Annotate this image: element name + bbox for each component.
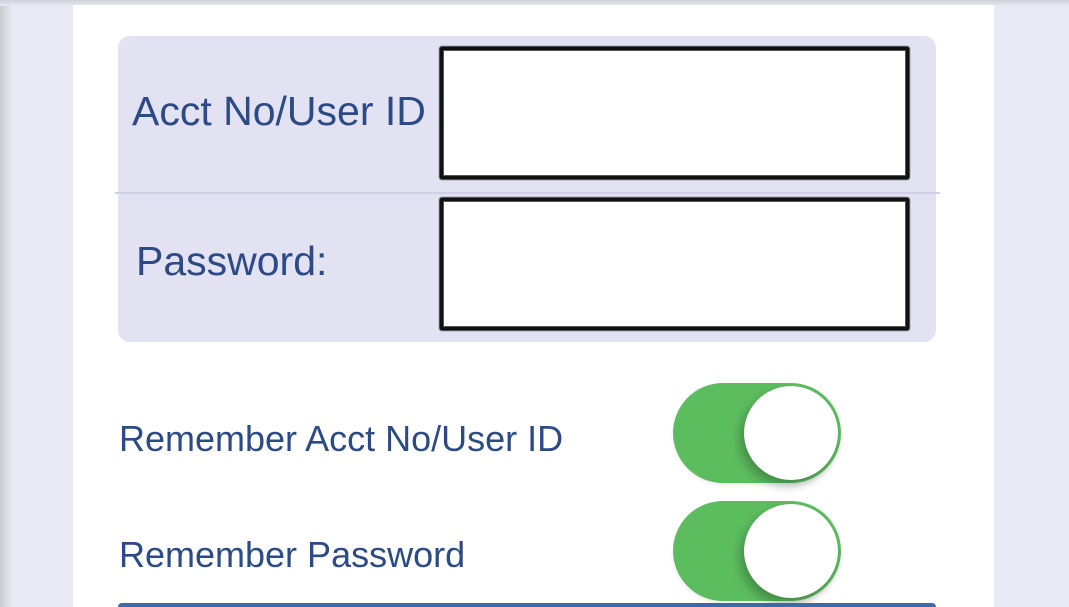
password-input[interactable] bbox=[440, 198, 909, 330]
toggle-knob bbox=[744, 504, 838, 598]
account-input[interactable] bbox=[440, 47, 909, 179]
remember-password-label: Remember Password bbox=[119, 534, 466, 575]
screen-edge-shadow bbox=[0, 0, 12, 607]
remember-account-label: Remember Acct No/User ID bbox=[119, 418, 564, 459]
password-label: Password: bbox=[136, 238, 328, 284]
remember-password-toggle[interactable] bbox=[673, 501, 841, 601]
account-label: Acct No/User ID bbox=[132, 88, 426, 134]
remember-account-toggle[interactable] bbox=[673, 383, 841, 483]
login-button[interactable] bbox=[118, 603, 936, 607]
toggle-knob bbox=[744, 386, 838, 480]
row-divider bbox=[115, 192, 940, 194]
